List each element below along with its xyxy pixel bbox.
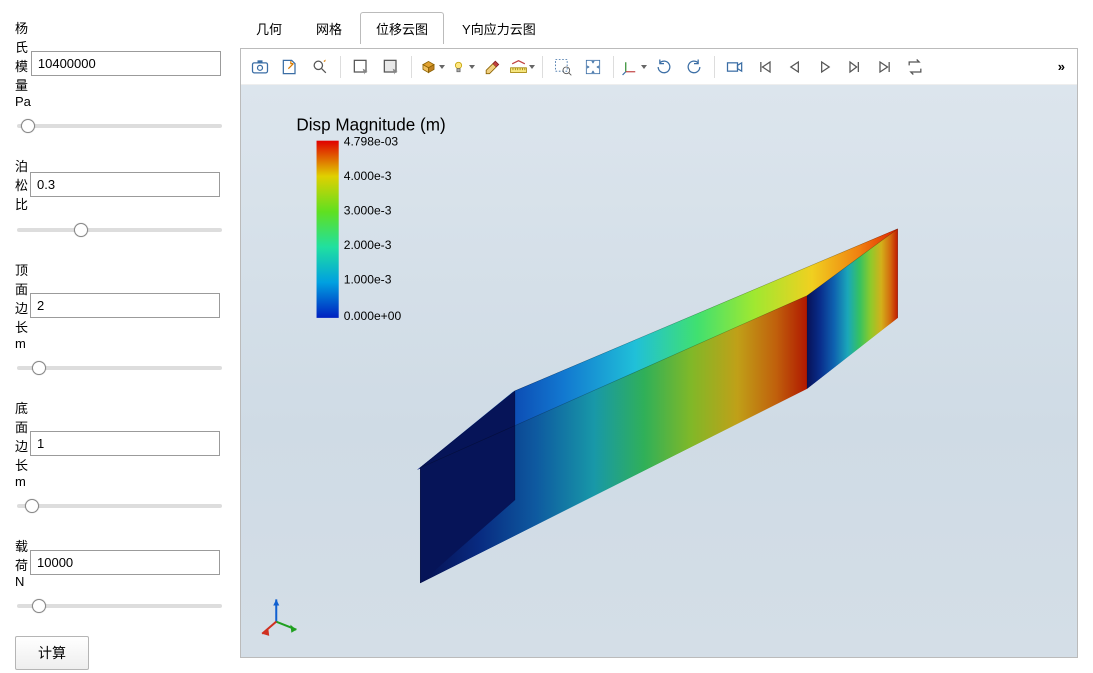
screenshot-icon[interactable] — [247, 54, 273, 80]
select-face-icon[interactable] — [378, 54, 404, 80]
legend-colorbar — [317, 141, 339, 318]
toolbar-more-button[interactable]: » — [1052, 59, 1071, 74]
rotate-ccw-icon[interactable] — [681, 54, 707, 80]
calculate-button[interactable]: 计算 — [15, 636, 89, 670]
axes-triad-icon — [262, 599, 296, 635]
load-input[interactable] — [30, 550, 220, 575]
tabs: 几何 网格 位移云图 Y向应力云图 — [235, 12, 1093, 44]
last-frame-icon[interactable] — [872, 54, 898, 80]
render-canvas[interactable]: Disp Magnitude (m) 4.798e-03 4.000e-3 3.… — [241, 85, 1077, 657]
svg-text:0.000e+00: 0.000e+00 — [344, 309, 402, 323]
camera-record-icon[interactable] — [722, 54, 748, 80]
render-mode-icon[interactable] — [419, 54, 445, 80]
zoom-reset-icon[interactable] — [307, 54, 333, 80]
toolbar-separator — [411, 56, 412, 78]
toolbar-separator — [714, 56, 715, 78]
zoom-region-icon[interactable] — [550, 54, 576, 80]
poisson-ratio-slider[interactable] — [17, 221, 222, 239]
svg-text:1.000e-3: 1.000e-3 — [344, 272, 392, 286]
viewer-toolbar: » — [241, 49, 1077, 85]
svg-text:4.798e-03: 4.798e-03 — [344, 135, 399, 149]
rotate-cw-icon[interactable] — [651, 54, 677, 80]
toolbar-separator — [613, 56, 614, 78]
export-icon[interactable] — [277, 54, 303, 80]
top-edge-input[interactable] — [30, 293, 220, 318]
play-icon[interactable] — [812, 54, 838, 80]
bottom-edge-label: 底面边长 m — [15, 398, 30, 489]
youngs-modulus-label: 杨氏模量 Pa — [15, 18, 31, 109]
svg-text:4.000e-3: 4.000e-3 — [344, 169, 392, 183]
poisson-ratio-input[interactable] — [30, 172, 220, 197]
youngs-modulus-input[interactable] — [31, 51, 221, 76]
youngs-modulus-slider[interactable] — [17, 117, 222, 135]
bottom-edge-input[interactable] — [30, 431, 220, 456]
load-slider[interactable] — [17, 597, 222, 615]
sidebar: 杨氏模量 Pa 泊松比 顶面边长 m 底面边长 m — [0, 0, 235, 671]
loop-icon[interactable] — [902, 54, 928, 80]
next-frame-icon[interactable] — [842, 54, 868, 80]
poisson-ratio-label: 泊松比 — [15, 156, 30, 213]
legend-ticks: 4.798e-03 4.000e-3 3.000e-3 2.000e-3 1.0… — [344, 135, 402, 323]
load-label: 载荷 N — [15, 536, 30, 589]
toolbar-separator — [340, 56, 341, 78]
tab-y-stress-contour[interactable]: Y向应力云图 — [446, 12, 552, 44]
lighting-icon[interactable] — [449, 54, 475, 80]
toolbar-separator — [542, 56, 543, 78]
legend-title: Disp Magnitude (m) — [296, 115, 445, 135]
tab-displacement-contour[interactable]: 位移云图 — [360, 12, 444, 44]
svg-text:2.000e-3: 2.000e-3 — [344, 238, 392, 252]
tab-mesh[interactable]: 网格 — [300, 12, 358, 44]
top-edge-label: 顶面边长 m — [15, 260, 30, 351]
ruler-icon[interactable] — [509, 54, 535, 80]
top-edge-slider[interactable] — [17, 359, 222, 377]
axes-icon[interactable] — [621, 54, 647, 80]
select-box-icon[interactable] — [348, 54, 374, 80]
viewer: » — [240, 48, 1078, 658]
first-frame-icon[interactable] — [752, 54, 778, 80]
prev-frame-icon[interactable] — [782, 54, 808, 80]
clear-icon[interactable] — [479, 54, 505, 80]
svg-text:3.000e-3: 3.000e-3 — [344, 204, 392, 218]
fit-view-icon[interactable] — [580, 54, 606, 80]
render-scene: Disp Magnitude (m) 4.798e-03 4.000e-3 3.… — [241, 85, 1077, 657]
bottom-edge-slider[interactable] — [17, 497, 222, 515]
tab-geometry[interactable]: 几何 — [240, 12, 298, 44]
